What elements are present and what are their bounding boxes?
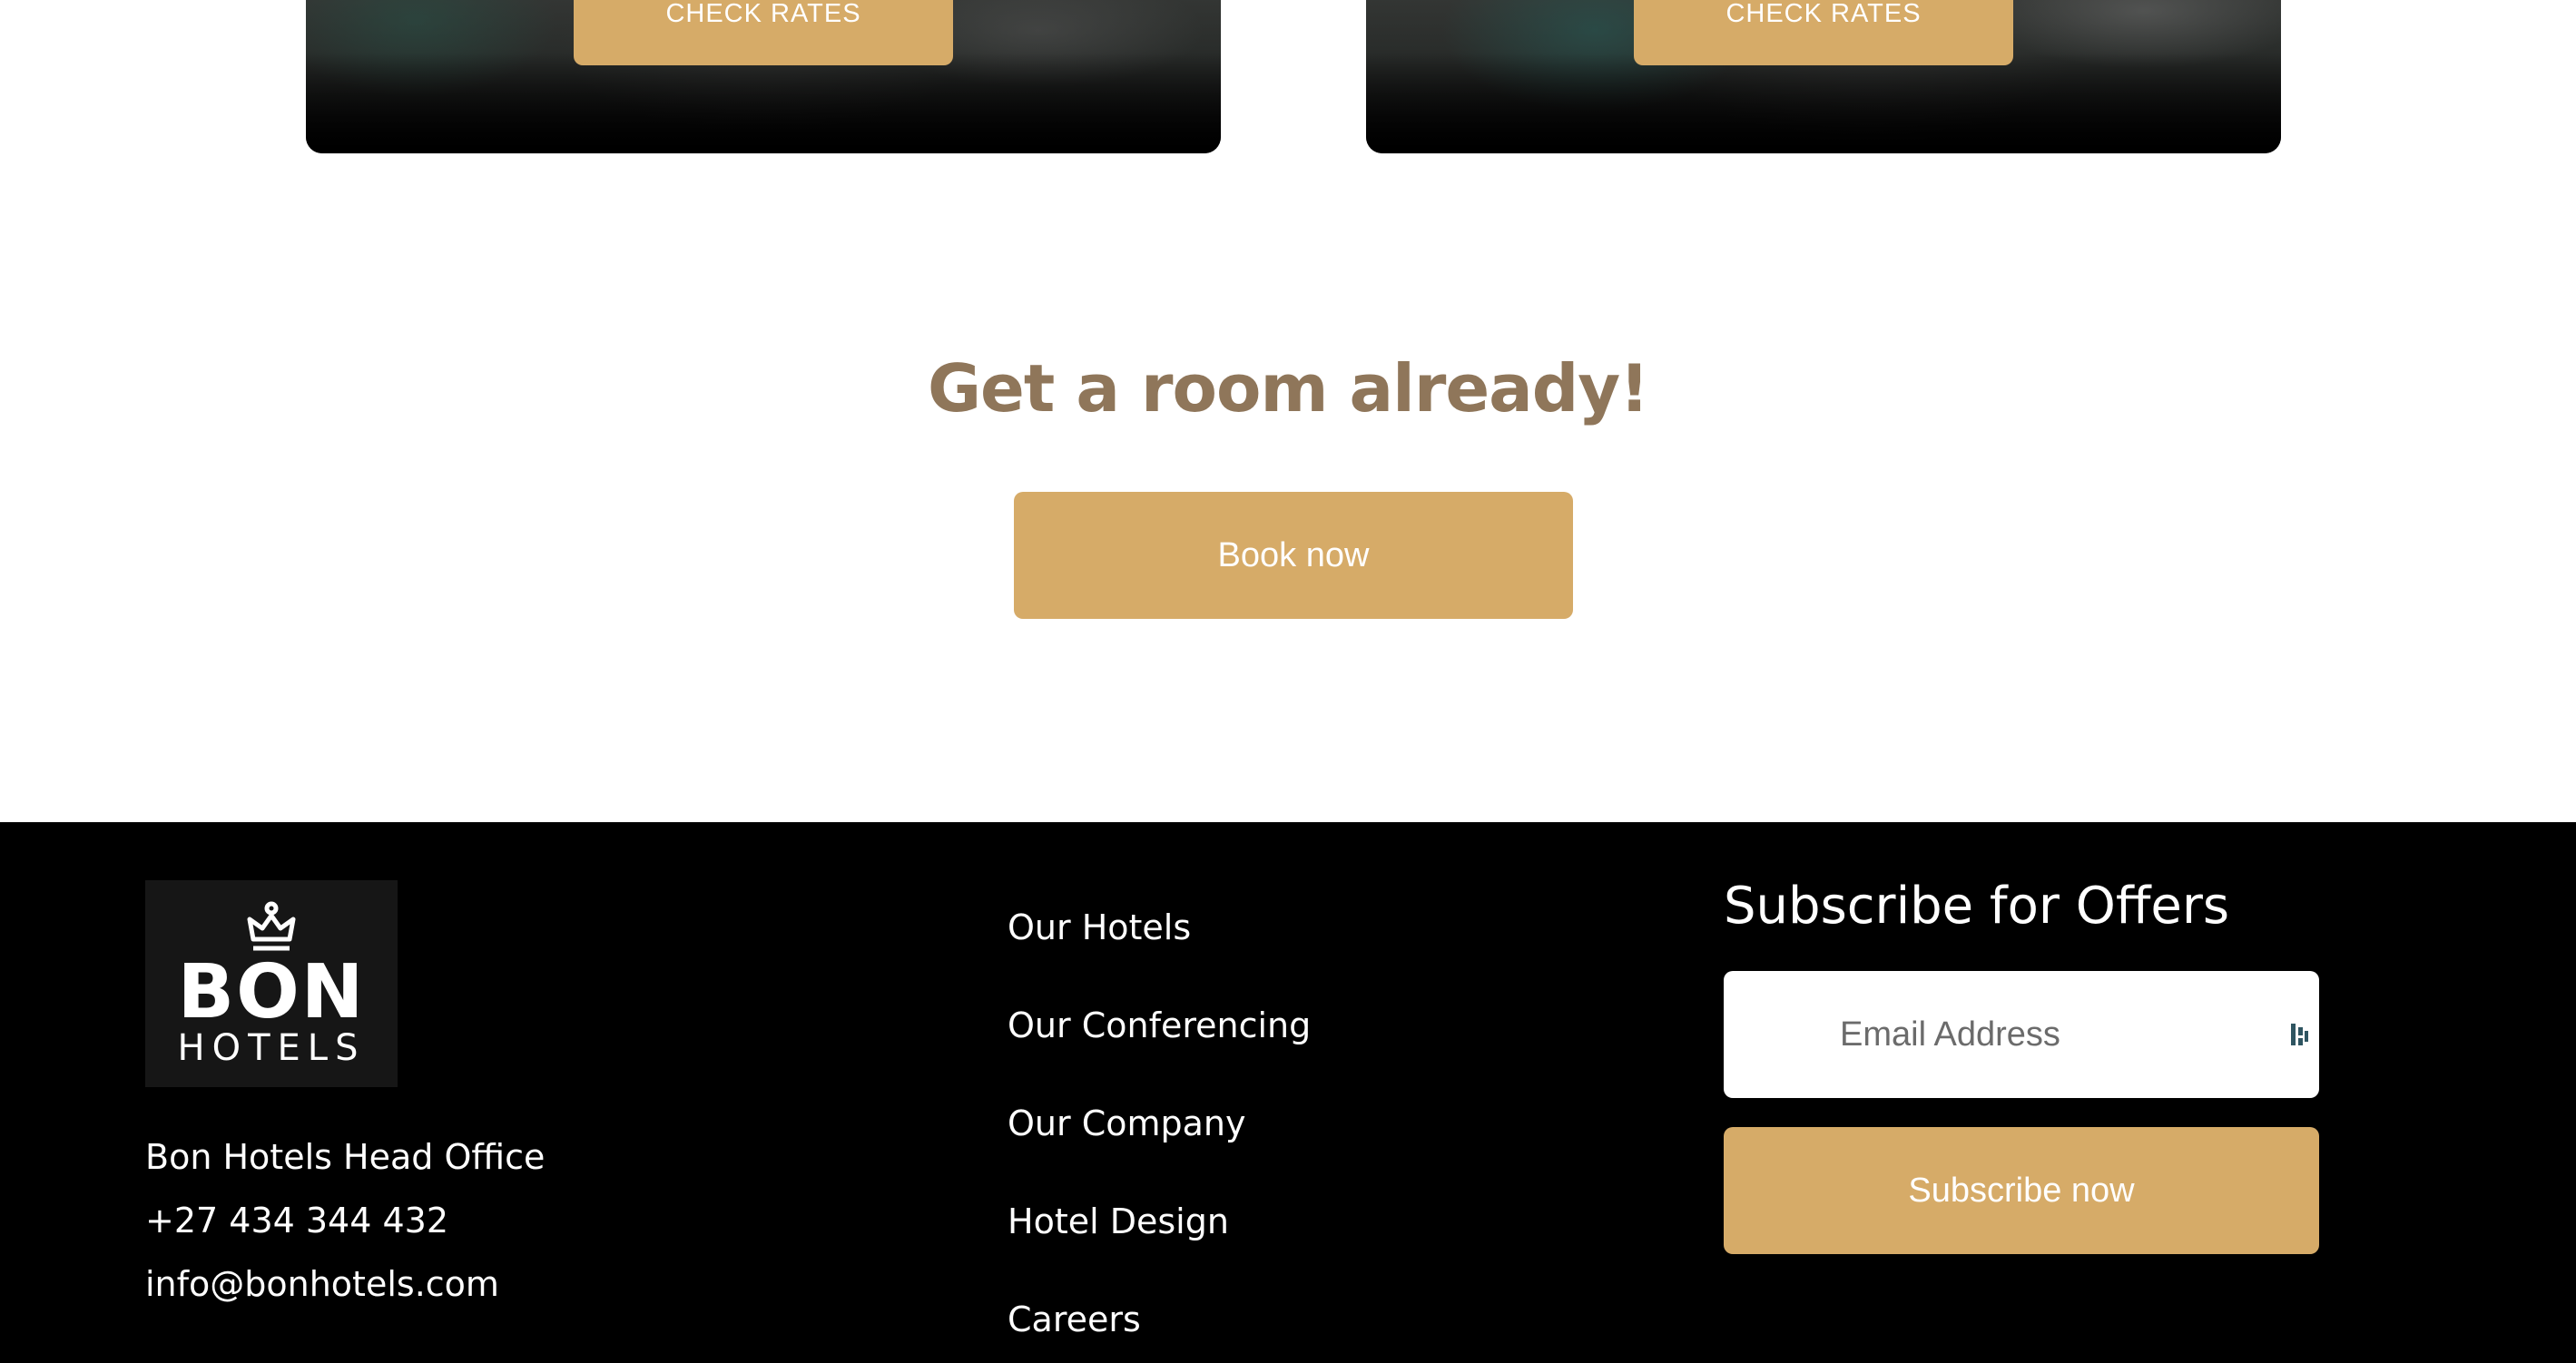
footer-nav: Our Hotels Our Conferencing Our Company …: [1008, 878, 1311, 1363]
subscribe-title: Subscribe for Offers: [1724, 877, 2230, 936]
page: CHECK RATES CHECK RATES Get a room alrea…: [0, 0, 2576, 1363]
footer-link-careers[interactable]: Careers: [1008, 1270, 1311, 1363]
room-photo-fade: [306, 54, 1221, 153]
book-now-button[interactable]: Book now: [1014, 492, 1573, 619]
head-office-label: Bon Hotels Head Office: [145, 1137, 546, 1177]
footer-link-our-company[interactable]: Our Company: [1008, 1074, 1311, 1172]
subscribe-now-button[interactable]: Subscribe now: [1724, 1127, 2319, 1254]
check-rates-button[interactable]: CHECK RATES: [1634, 0, 2013, 65]
check-rates-button[interactable]: CHECK RATES: [574, 0, 953, 65]
cta-heading: Get a room already!: [927, 350, 1649, 427]
email-field-wrapper: [1724, 971, 2319, 1098]
logo-wordmark: BON: [177, 949, 366, 1035]
logo-subtitle: HOTELS: [177, 1027, 366, 1069]
bon-hotels-logo[interactable]: BON HOTELS: [145, 880, 398, 1087]
footer-link-our-hotels[interactable]: Our Hotels: [1008, 878, 1311, 976]
subscribe-email-input[interactable]: [1724, 971, 2319, 1098]
email-address[interactable]: info@bonhotels.com: [145, 1252, 545, 1316]
footer-link-our-conferencing[interactable]: Our Conferencing: [1008, 976, 1311, 1074]
contact-info: Bon Hotels Head Office +27 434 344 432 i…: [145, 1125, 545, 1316]
footer: BON HOTELS Bon Hotels Head Office +27 43…: [0, 822, 2576, 1363]
room-photo-fade: [1366, 54, 2281, 153]
footer-link-hotel-design[interactable]: Hotel Design: [1008, 1172, 1311, 1270]
room-card-right: CHECK RATES: [1366, 0, 2281, 153]
phone-number[interactable]: +27 434 344 432: [145, 1189, 545, 1252]
password-manager-icon[interactable]: [2290, 1022, 2310, 1047]
room-card-left: CHECK RATES: [306, 0, 1221, 153]
